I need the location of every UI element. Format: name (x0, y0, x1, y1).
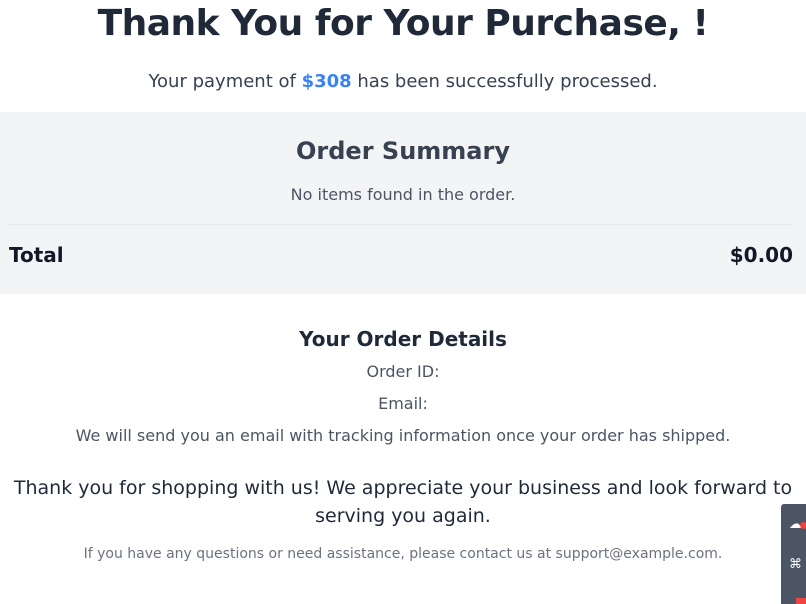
purchase-confirmation-page: Thank You for Your Purchase, ! Your paym… (0, 0, 806, 604)
order-summary-panel: Order Summary No items found in the orde… (0, 112, 806, 294)
order-summary-title: Order Summary (296, 137, 510, 165)
payment-prefix: Your payment of (148, 71, 302, 92)
total-value: $0.00 (729, 243, 793, 267)
alert-icon[interactable] (796, 598, 806, 604)
tracking-message: We will send you an email with tracking … (75, 426, 731, 445)
email-label: Email: (378, 394, 428, 413)
page-title: Thank You for Your Purchase, ! (97, 3, 709, 44)
floating-tool-widget[interactable]: ☁ ⌘ (781, 504, 806, 604)
support-contact-message: If you have any questions or need assist… (83, 546, 723, 562)
summary-divider (9, 224, 793, 225)
order-details-title: Your Order Details (299, 327, 507, 351)
empty-order-message: No items found in the order. (290, 185, 516, 204)
notification-badge (800, 522, 806, 529)
payment-suffix: has been successfully processed. (351, 71, 658, 92)
order-id-label: Order ID: (366, 362, 440, 381)
total-label: Total (9, 243, 64, 267)
payment-message: Your payment of $308 has been successful… (0, 70, 806, 94)
grid-icon[interactable]: ⌘ (789, 556, 806, 574)
thank-you-message: Thank you for shopping with us! We appre… (13, 477, 793, 527)
payment-amount: $308 (301, 71, 352, 92)
